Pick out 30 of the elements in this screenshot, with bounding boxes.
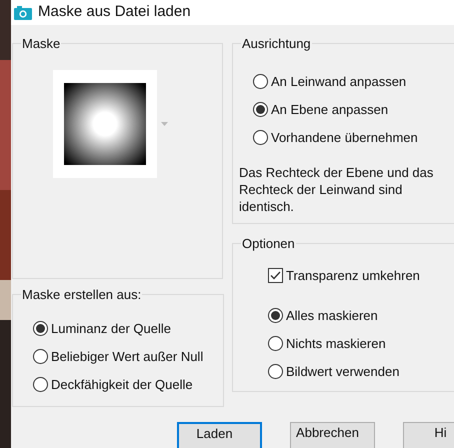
dialog-button[interactable]: Hi	[403, 422, 454, 448]
camera-icon	[14, 6, 32, 20]
radio-label: Bildwert verwenden	[286, 362, 400, 381]
radio-label: Deckfähigkeit der Quelle	[51, 376, 193, 394]
checkbox-label: Transparenz umkehren	[286, 266, 420, 285]
radio-label: Beliebiger Wert außer Null	[51, 348, 204, 366]
radio-label: Alles maskieren	[286, 306, 378, 325]
radio-button[interactable]	[268, 364, 283, 379]
group-title: Maske	[21, 35, 62, 53]
dialog-button[interactable]: Abbrechen	[290, 422, 375, 448]
note-text: Das Rechteck der Ebene und das Rechteck der Leinwand sind identisch.	[239, 164, 434, 214]
checkbox[interactable]	[268, 268, 283, 283]
radio-button[interactable]	[253, 74, 268, 89]
radio-button[interactable]	[268, 336, 283, 351]
dialog-button[interactable]: Laden	[177, 422, 262, 448]
radio-button[interactable]	[253, 102, 268, 117]
radio-label: Nichts maskieren	[286, 334, 386, 353]
radio-button[interactable]	[33, 321, 48, 336]
radio-label: Vorhandene übernehmen	[271, 128, 418, 147]
window-title: Maske aus Datei laden	[38, 2, 191, 22]
radio-button[interactable]	[33, 377, 48, 392]
radio-button[interactable]	[253, 130, 268, 145]
group-title: Maske erstellen aus:	[21, 286, 142, 304]
radio-label: An Ebene anpassen	[271, 100, 388, 119]
radio-button[interactable]	[33, 349, 48, 364]
radio-label: Luminanz der Quelle	[51, 320, 171, 338]
radio-button[interactable]	[268, 308, 283, 323]
group-title: Optionen	[241, 235, 296, 253]
radio-label: An Leinwand anpassen	[271, 72, 406, 91]
group-title: Ausrichtung	[241, 35, 312, 53]
